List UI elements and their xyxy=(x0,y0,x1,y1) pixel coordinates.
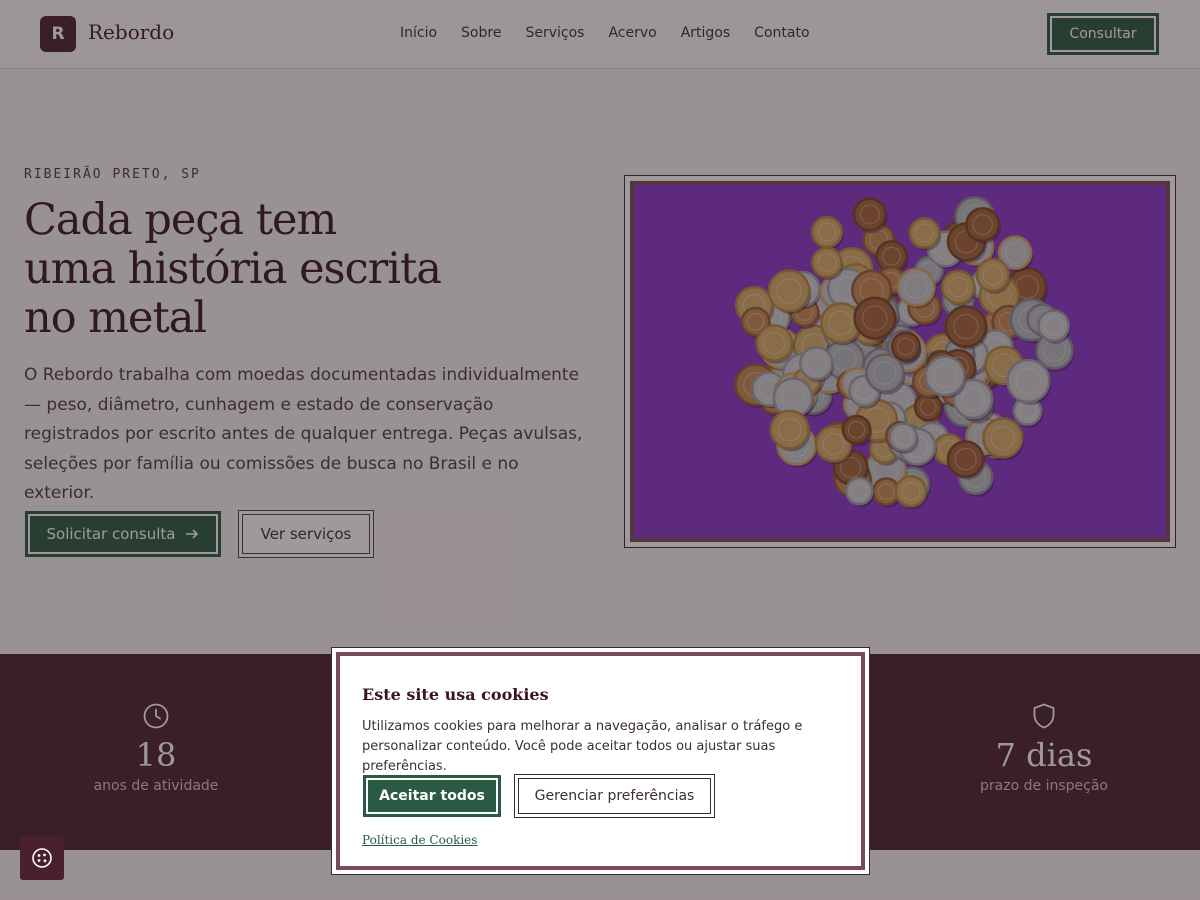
cookie-icon xyxy=(32,848,52,868)
manage-preferences-button[interactable]: Gerenciar preferências xyxy=(514,774,715,818)
cookie-consent-dialog: Este site usa cookies Utilizamos cookies… xyxy=(331,647,870,875)
accept-all-button[interactable]: Aceitar todos xyxy=(363,775,501,817)
cookie-dialog-inner: Este site usa cookies Utilizamos cookies… xyxy=(336,652,865,870)
cookie-policy-link[interactable]: Política de Cookies xyxy=(362,833,477,847)
cookie-dialog-text: Utilizamos cookies para melhorar a naveg… xyxy=(362,719,803,774)
cookie-dialog-title: Este site usa cookies xyxy=(362,685,549,704)
cookie-settings-button[interactable] xyxy=(20,836,64,880)
